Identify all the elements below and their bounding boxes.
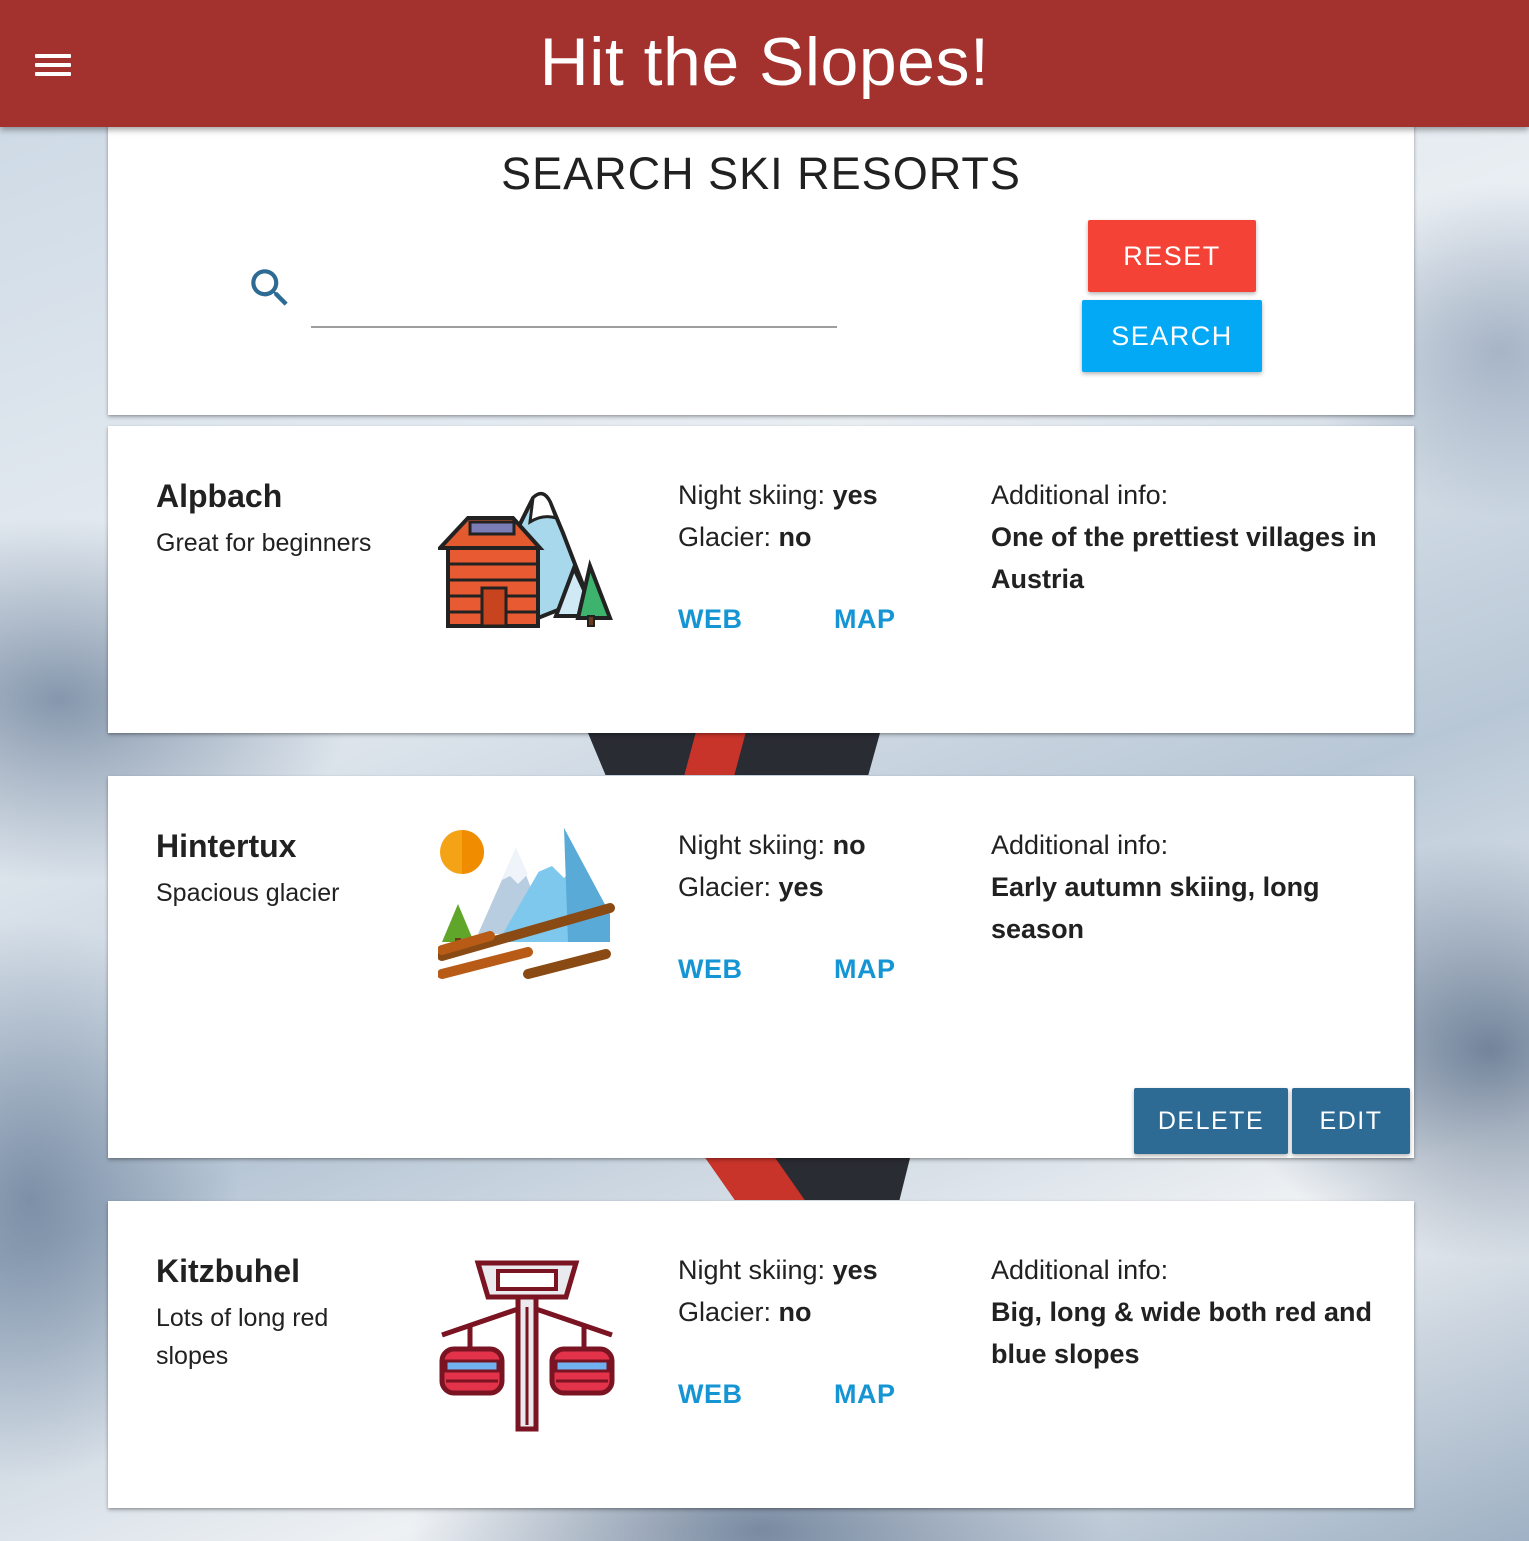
app-bar: Hit the Slopes! (0, 0, 1529, 127)
glacier: Glacier: no (678, 1297, 812, 1327)
resort-card: Hintertux Spacious glacier Night skiing:… (108, 776, 1414, 1158)
resort-description: Lots of long red slopes (156, 1304, 329, 1370)
reset-button[interactable]: RESET (1088, 220, 1256, 292)
search-heading: SEARCH SKI RESORTS (501, 148, 1021, 199)
resort-description: Great for beginners (156, 529, 372, 557)
additional-info-label: Additional info: (991, 480, 1169, 510)
night-skiing: Night skiing: yes (678, 1255, 878, 1285)
mountain-cabin-icon (438, 491, 613, 628)
additional-info-text: Early autumn skiing, long season (991, 872, 1320, 944)
additional-info-text: One of the prettiest villages in Austria (991, 522, 1377, 594)
web-link[interactable]: WEB (678, 604, 743, 635)
map-link[interactable]: MAP (834, 604, 896, 635)
resort-card: Kitzbuhel Lots of long red slopes Night … (108, 1201, 1414, 1508)
resort-name: Kitzbuhel (156, 1253, 300, 1289)
search-input[interactable] (311, 278, 837, 328)
web-link[interactable]: WEB (678, 1379, 743, 1410)
additional-info-text: Big, long & wide both red and blue slope… (991, 1297, 1372, 1369)
cable-car-icon (439, 1260, 615, 1432)
edit-button[interactable]: EDIT (1292, 1088, 1410, 1154)
search-card: SEARCH SKI RESORTS RESET SEARCH (108, 118, 1414, 415)
app-title: Hit the Slopes! (539, 24, 990, 100)
resort-name: Alpbach (156, 478, 283, 514)
web-link[interactable]: WEB (678, 954, 743, 985)
resort-card: Alpbach Great for beginners Night skiing… (108, 426, 1414, 733)
resort-description: Spacious glacier (156, 879, 340, 907)
search-icon (251, 269, 288, 306)
search-button[interactable]: SEARCH (1082, 300, 1262, 372)
additional-info-label: Additional info: (991, 1255, 1169, 1285)
night-skiing: Night skiing: yes (678, 480, 878, 510)
delete-button[interactable]: DELETE (1134, 1088, 1288, 1154)
snowy-mountains-slope-icon (438, 828, 615, 979)
map-link[interactable]: MAP (834, 954, 896, 985)
map-link[interactable]: MAP (834, 1379, 896, 1410)
glacier: Glacier: yes (678, 872, 824, 902)
night-skiing: Night skiing: no (678, 830, 866, 860)
resort-name: Hintertux (156, 828, 297, 864)
glacier: Glacier: no (678, 522, 812, 552)
additional-info-label: Additional info: (991, 830, 1169, 860)
